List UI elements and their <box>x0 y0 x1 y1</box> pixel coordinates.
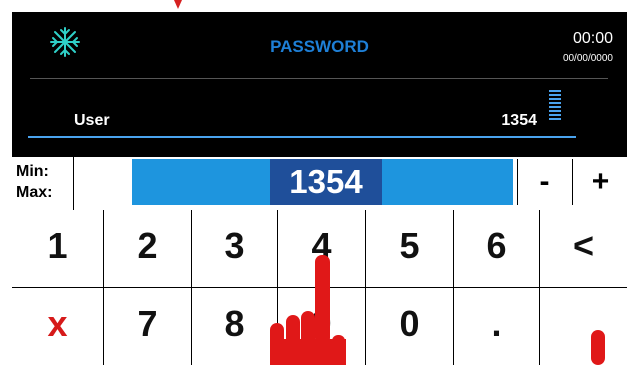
user-label: User <box>74 112 110 129</box>
header: PASSWORD 00:00 00/00/0000 <box>12 12 627 80</box>
key-3[interactable]: 3 <box>192 210 278 288</box>
header-divider <box>30 78 608 79</box>
key-decimal[interactable]: . <box>454 288 540 365</box>
clock-date: 00/00/0000 <box>562 53 613 64</box>
top-marker <box>174 0 182 9</box>
user-code: 1354 <box>501 112 537 129</box>
key-5[interactable]: 5 <box>366 210 454 288</box>
user-underline <box>28 136 576 138</box>
page-title: PASSWORD <box>270 37 369 56</box>
decrement-button[interactable]: - <box>517 159 571 205</box>
increment-button[interactable]: + <box>572 159 627 205</box>
device-screen: PASSWORD 00:00 00/00/0000 User 1354 Min:… <box>12 12 627 365</box>
key-6[interactable]: 6 <box>454 210 540 288</box>
key-4[interactable]: 4 <box>278 210 366 288</box>
keypad: 1 2 3 4 5 6 < x 7 8 9 0 . <box>12 210 627 365</box>
min-label: Min: <box>16 163 49 180</box>
key-2[interactable]: 2 <box>104 210 192 288</box>
min-max-labels: Min: Max: <box>12 157 74 210</box>
max-label: Max: <box>16 184 53 201</box>
key-0[interactable]: 0 <box>366 288 454 365</box>
enter-key[interactable] <box>540 288 627 365</box>
key-9[interactable]: 9 <box>278 288 366 365</box>
clock-time: 00:00 <box>572 30 613 47</box>
password-value-field[interactable]: 1354 <box>270 159 382 205</box>
signal-bars-icon <box>549 90 561 128</box>
backspace-key[interactable]: < <box>540 210 627 288</box>
key-8[interactable]: 8 <box>192 288 278 365</box>
cancel-key[interactable]: x <box>12 288 104 365</box>
key-1[interactable]: 1 <box>12 210 104 288</box>
key-7[interactable]: 7 <box>104 288 192 365</box>
entry-row: Min: Max: 1354 - + <box>12 155 627 212</box>
